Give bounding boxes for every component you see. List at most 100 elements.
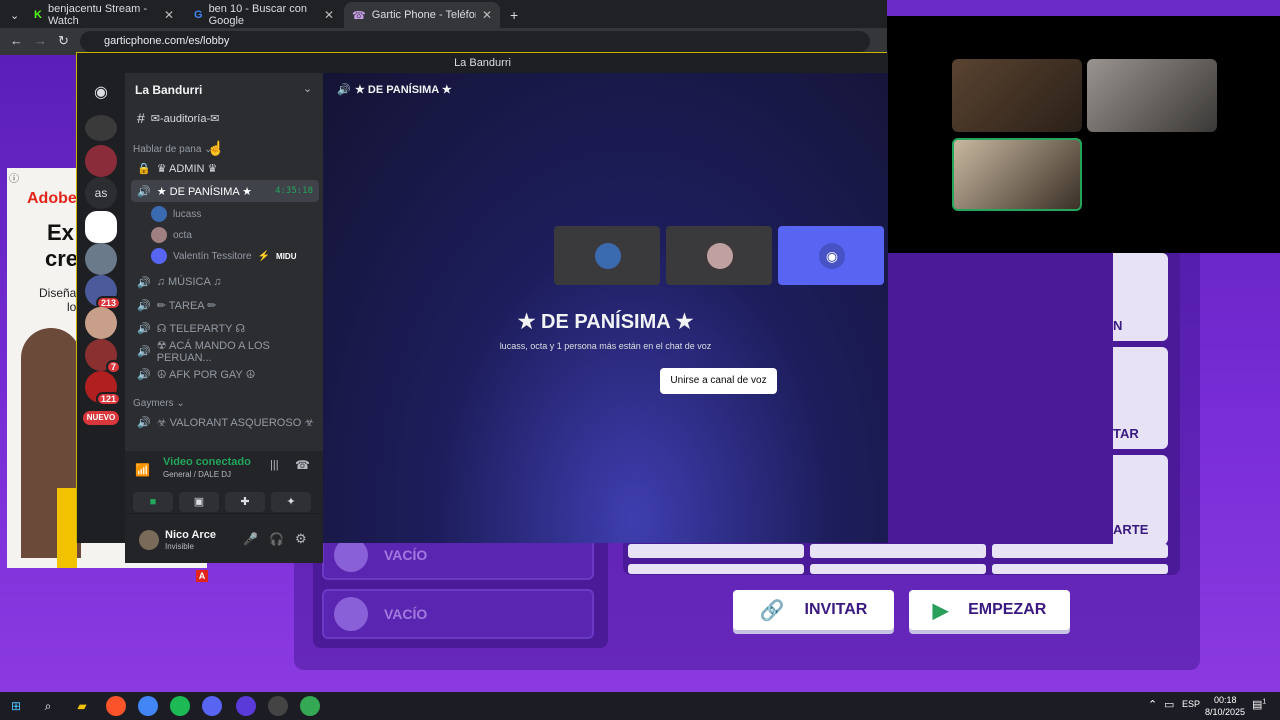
network-icon[interactable]: ▭ <box>1164 698 1174 711</box>
close-icon[interactable]: ✕ <box>324 8 334 22</box>
username[interactable]: Nico Arce <box>165 529 216 541</box>
notification-count: 1 <box>1262 698 1267 706</box>
soundboard-button[interactable]: ✦ <box>271 492 311 512</box>
language-indicator[interactable]: ESP <box>1182 699 1200 709</box>
server-list: ◉ as 213 7 121 NUEVO <box>77 73 125 543</box>
chevron-down-icon[interactable]: ⌄ <box>303 82 312 95</box>
signal-icon[interactable]: 📶 <box>135 463 150 477</box>
mode-card[interactable]: ARTE <box>1113 455 1168 545</box>
screen-share-button[interactable]: ▣ <box>179 492 219 512</box>
voice-status-title[interactable]: Video conectado <box>163 456 251 468</box>
notification-icon[interactable]: ▤1 <box>1252 698 1266 711</box>
url-input[interactable]: garticphone.com/es/lobby <box>80 31 870 52</box>
mode-card[interactable] <box>992 544 1168 558</box>
app-icon[interactable] <box>236 696 256 716</box>
noise-suppression-icon[interactable]: ||| <box>270 459 279 471</box>
tab-gartic[interactable]: ☎ Gartic Phone - Teléfono Desco ✕ <box>344 2 500 28</box>
disconnect-icon[interactable]: ☎ <box>295 458 310 472</box>
participant-video[interactable] <box>952 59 1082 132</box>
chrome-icon[interactable] <box>138 696 158 716</box>
ad-info-icon[interactable]: ⓘ <box>9 170 19 185</box>
close-icon[interactable]: ✕ <box>164 8 174 22</box>
participant-video[interactable] <box>1087 59 1217 132</box>
join-voice-button[interactable]: Unirse a canal de voz <box>660 368 777 394</box>
server-icon[interactable]: as <box>85 177 117 209</box>
steam-icon[interactable] <box>268 696 288 716</box>
server-icon[interactable] <box>85 307 117 339</box>
clock-date[interactable]: 8/10/2025 <box>1205 707 1245 717</box>
voice-member[interactable]: lucass <box>151 206 201 222</box>
category-hablar-de-pana[interactable]: Hablar de pana ⌄ <box>133 144 213 155</box>
avatar <box>151 248 167 264</box>
search-icon[interactable]: ⌕ <box>38 696 58 716</box>
voice-channel[interactable]: 🔊 ☊ TELEPARTY ☊ <box>131 317 319 339</box>
tab-benjacentu[interactable]: K benjacentu Stream - Watch ✕ <box>26 2 182 28</box>
user-panel: Nico Arce Invisible 🎤 🎧 ⚙ <box>125 514 323 563</box>
voice-channel-de-panisima[interactable]: 🔊 ★ DE PANÍSIMA ★ 4:35:18 <box>131 180 319 202</box>
server-icon[interactable] <box>85 115 117 141</box>
tab-list-button[interactable]: ⌄ <box>2 2 22 28</box>
avatar[interactable] <box>139 530 159 550</box>
close-icon[interactable]: ✕ <box>482 8 492 22</box>
activity-button[interactable]: ✚ <box>225 492 265 512</box>
mode-card[interactable] <box>810 544 986 558</box>
participant-tile[interactable]: ◉ <box>778 226 884 285</box>
server-icon[interactable] <box>85 211 117 243</box>
voice-channel[interactable]: 🔊 ☣ VALORANT ASQUEROSO ☣ <box>131 411 319 433</box>
speaker-icon: 🔊 <box>137 416 151 429</box>
server-icon[interactable] <box>85 145 117 177</box>
server-icon[interactable]: 121 <box>85 371 121 406</box>
chrome-icon[interactable] <box>300 696 320 716</box>
server-name[interactable]: La Bandurri <box>135 83 202 97</box>
mode-card[interactable]: TAR <box>1113 347 1168 449</box>
spotify-icon[interactable] <box>170 696 190 716</box>
voice-channel[interactable]: 🔊 ♫ MÚSICA ♫ <box>131 271 319 293</box>
user-status: Invisible <box>165 542 194 551</box>
voice-status-subtitle[interactable]: General / DALE DJ <box>163 470 231 479</box>
call-timer: 4:35:18 <box>275 186 313 196</box>
server-icon[interactable] <box>85 243 117 275</box>
category-gaymers[interactable]: Gaymers ⌄ <box>133 398 185 409</box>
text-channel[interactable]: # ✉-auditoría-✉ <box>131 107 319 129</box>
tab-google[interactable]: G ben 10 - Buscar con Google ✕ <box>186 2 342 28</box>
invite-button[interactable]: 🔗 INVITAR <box>733 590 894 630</box>
mode-card[interactable]: N <box>1113 253 1168 341</box>
voice-member[interactable]: Valentín Tessitore ⚡ MIDU <box>151 248 296 264</box>
forward-icon[interactable]: → <box>34 33 47 48</box>
back-icon[interactable]: ← <box>10 33 23 48</box>
voice-channel[interactable]: 🔊 ☮ AFK POR GAY ☮ <box>131 363 319 385</box>
reload-icon[interactable]: ↻ <box>58 33 69 49</box>
chevron-up-icon[interactable]: ⌃ <box>1148 698 1157 711</box>
mode-card[interactable] <box>810 564 986 574</box>
mode-card-label: TAR <box>1113 426 1139 441</box>
start-button[interactable]: ▶ EMPEZAR <box>909 590 1070 630</box>
voice-channel-admin[interactable]: 🔒 ♛ ADMIN ♛ <box>131 157 319 179</box>
window-title: La Bandurri <box>454 57 511 69</box>
clock-time[interactable]: 00:18 <box>1214 695 1237 705</box>
server-icon[interactable]: 7 <box>85 339 121 374</box>
windows-start-icon[interactable]: ⊞ <box>6 696 26 716</box>
camera-button[interactable]: ■ <box>133 492 173 512</box>
participant-video-speaking[interactable] <box>952 138 1082 211</box>
participant-tile[interactable] <box>554 226 660 285</box>
mode-card[interactable] <box>628 564 804 574</box>
gear-icon[interactable]: ⚙ <box>295 531 307 547</box>
file-explorer-icon[interactable]: ▰ <box>72 696 92 716</box>
discord-icon[interactable] <box>202 696 222 716</box>
join-voice-label: Unirse a canal de voz <box>670 375 767 386</box>
participant-tile[interactable] <box>666 226 772 285</box>
url-text: garticphone.com/es/lobby <box>104 35 230 47</box>
mode-card[interactable] <box>628 544 804 558</box>
mode-card[interactable] <box>992 564 1168 574</box>
server-icon[interactable]: 213 <box>85 275 121 310</box>
voice-member[interactable]: octa <box>151 227 192 243</box>
voice-channel[interactable]: 🔊 ✏ TAREA ✏ <box>131 294 319 316</box>
new-tab-button[interactable]: + <box>502 2 526 28</box>
brave-icon[interactable] <box>106 696 126 716</box>
slot-label: VACÍO <box>384 606 428 622</box>
discord-home-icon[interactable]: ◉ <box>85 77 117 109</box>
voice-channel[interactable]: 🔊 ☢ ACÁ MANDO A LOS PERUAN... <box>131 340 319 364</box>
headphones-icon[interactable]: 🎧 <box>269 532 284 546</box>
adobe-logo-icon[interactable]: A <box>196 570 208 582</box>
microphone-icon[interactable]: 🎤 <box>243 532 258 546</box>
